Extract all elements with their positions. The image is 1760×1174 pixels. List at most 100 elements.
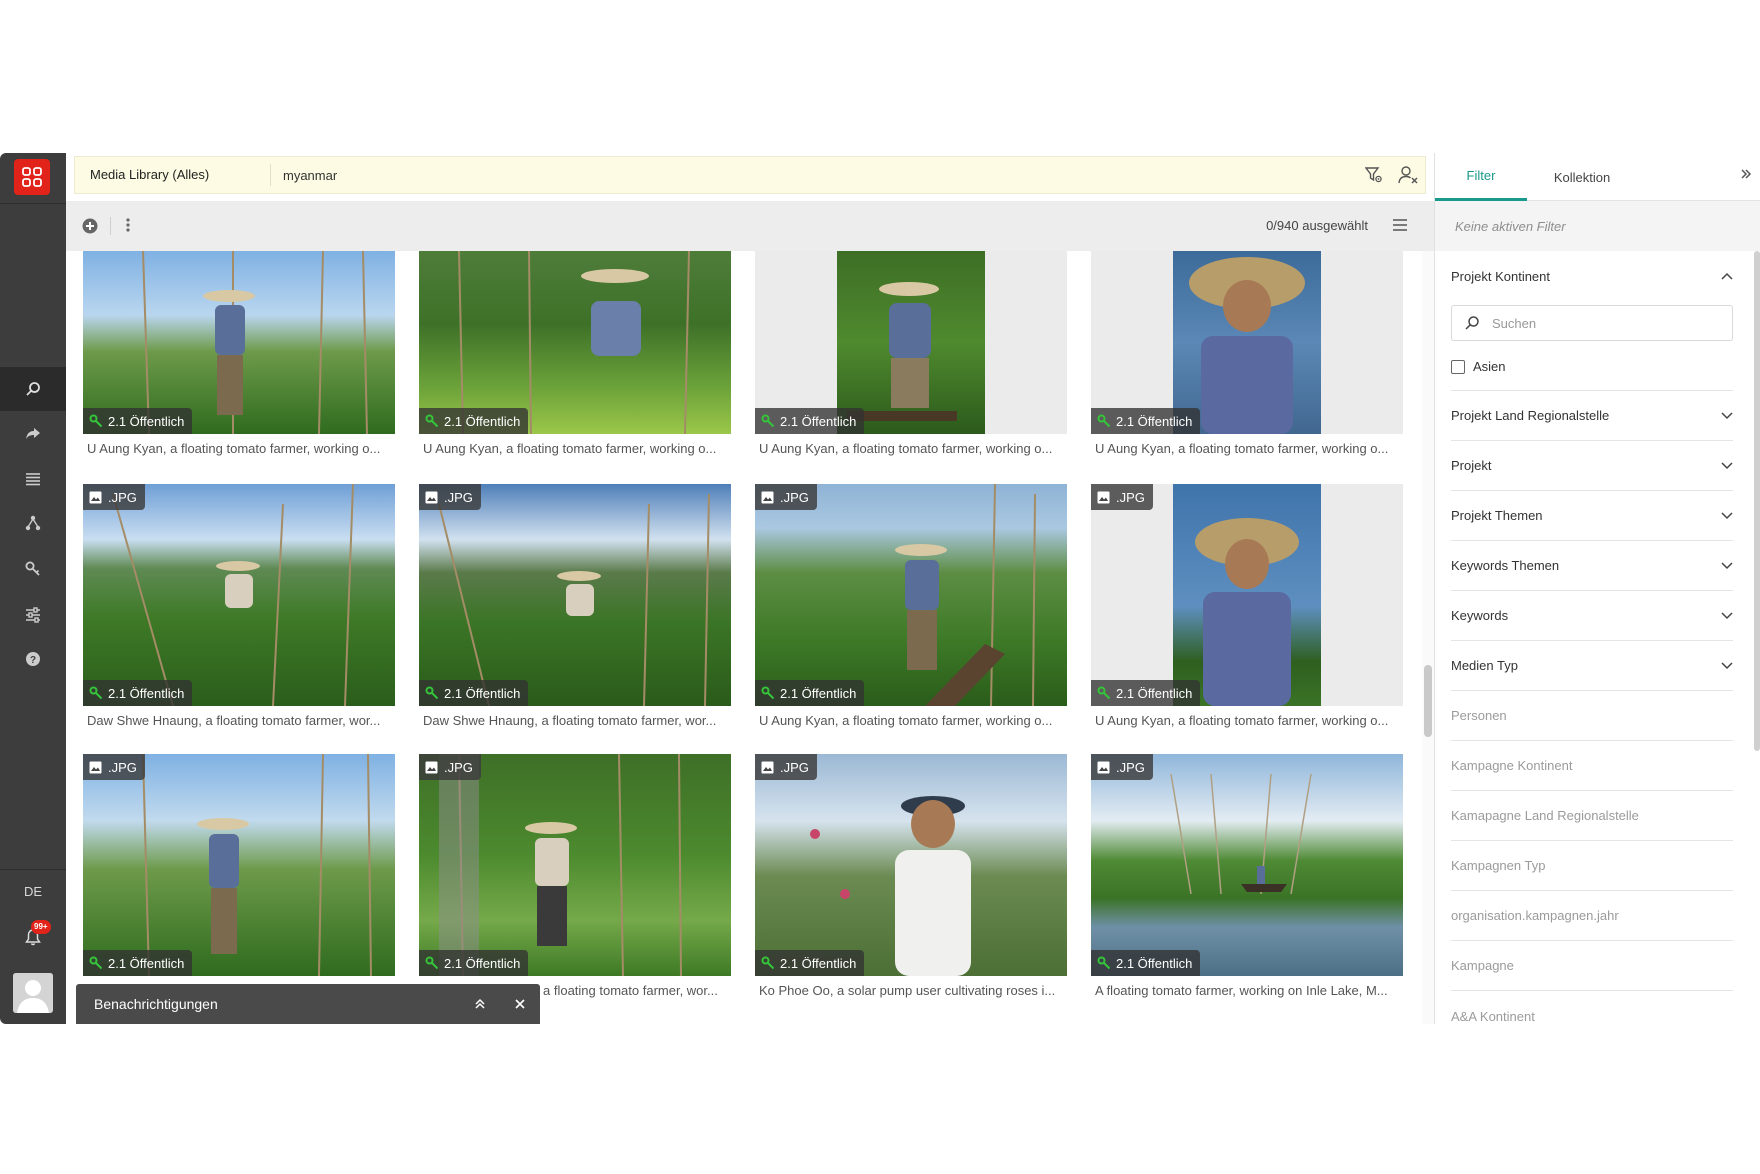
- facet-label: Keywords: [1451, 608, 1509, 623]
- facet-projekt-kontinent[interactable]: Projekt Kontinent: [1451, 251, 1733, 301]
- media-card[interactable]: .JPG 2.1 Öffentlich U Aung Kyan, a float…: [755, 484, 1067, 728]
- media-card[interactable]: 2.1 Öffentlich U Aung Kyan, a floating t…: [755, 251, 1067, 456]
- results-toolbar: 0/940 ausgewählt: [66, 201, 1434, 251]
- nav-help-item[interactable]: ?: [0, 637, 66, 681]
- facet-label: Projekt Themen: [1451, 508, 1543, 523]
- access-label: 2.1 Öffentlich: [108, 413, 185, 429]
- access-badge: 2.1 Öffentlich: [83, 950, 193, 976]
- media-thumbnail[interactable]: .JPG 2.1 Öffentlich: [83, 754, 395, 976]
- chevron-up-icon: [1721, 272, 1733, 280]
- expand-notifications-button[interactable]: [460, 984, 500, 1024]
- facet-label: organisation.kampagnen.jahr: [1451, 908, 1619, 923]
- user-avatar[interactable]: [13, 973, 53, 1013]
- facet-item-disabled: Kamapagne Land Regionalstelle: [1451, 791, 1733, 841]
- nav-settings-item[interactable]: [0, 593, 66, 637]
- grid-scrollbar[interactable]: [1422, 251, 1434, 1024]
- media-thumbnail[interactable]: .JPG 2.1 Öffentlich: [419, 754, 731, 976]
- access-badge: 2.1 Öffentlich: [83, 680, 193, 706]
- facet-item[interactable]: Keywords Themen: [1451, 541, 1733, 591]
- media-thumbnail[interactable]: .JPG 2.1 Öffentlich: [1091, 754, 1403, 976]
- facet-item[interactable]: Projekt: [1451, 441, 1733, 491]
- media-card[interactable]: .JPG 2.1 Öffentlich: [83, 754, 395, 983]
- file-type-badge: .JPG: [419, 754, 481, 780]
- search-scope-selector[interactable]: Media Library (Alles): [75, 164, 271, 186]
- access-label: 2.1 Öffentlich: [780, 955, 857, 971]
- access-label: 2.1 Öffentlich: [108, 685, 185, 701]
- media-card[interactable]: 2.1 Öffentlich U Aung Kyan, a floating t…: [83, 251, 395, 456]
- key-icon: [1097, 686, 1111, 700]
- nav-key-item[interactable]: [0, 547, 66, 591]
- facet-item[interactable]: Medien Typ: [1451, 641, 1733, 691]
- close-icon: [515, 999, 525, 1009]
- nav-hierarchy-item[interactable]: [0, 501, 66, 545]
- media-thumbnail[interactable]: 2.1 Öffentlich: [83, 251, 395, 434]
- notifications-title: Benachrichtigungen: [94, 996, 218, 1012]
- image-icon: [425, 761, 438, 773]
- access-label: 2.1 Öffentlich: [1116, 413, 1193, 429]
- user-filter-clear-button[interactable]: [1391, 156, 1425, 194]
- media-thumbnail[interactable]: 2.1 Öffentlich: [419, 251, 731, 434]
- tab-kollektion[interactable]: Kollektion: [1527, 153, 1637, 201]
- access-label: 2.1 Öffentlich: [444, 685, 521, 701]
- media-caption: U Aung Kyan, a floating tomato farmer, w…: [1095, 713, 1389, 728]
- access-badge: 2.1 Öffentlich: [83, 408, 193, 434]
- help-icon: ?: [26, 652, 40, 666]
- collapse-panel-button[interactable]: [1739, 167, 1753, 186]
- notifications-button[interactable]: 99+: [0, 915, 66, 959]
- media-card[interactable]: .JPG 2.1 Öffentlich U Aung Kyan, a float…: [1091, 484, 1403, 728]
- media-caption: U Aung Kyan, a floating tomato farmer, w…: [1095, 441, 1389, 456]
- media-thumbnail[interactable]: 2.1 Öffentlich: [755, 251, 1067, 434]
- add-button[interactable]: [82, 218, 98, 239]
- facet-search-field[interactable]: [1451, 305, 1733, 341]
- facet-option-asien[interactable]: Asien: [1451, 359, 1506, 374]
- image-icon: [89, 491, 102, 503]
- facet-item[interactable]: Keywords: [1451, 591, 1733, 641]
- nav-share-item[interactable]: [0, 411, 66, 455]
- key-icon: [761, 686, 775, 700]
- facet-search-input[interactable]: [1492, 315, 1712, 331]
- media-thumbnail[interactable]: .JPG 2.1 Öffentlich: [755, 484, 1067, 706]
- media-card[interactable]: .JPG 2.1 Öffentlich Daw Shwe Hnaung, a f…: [419, 484, 731, 728]
- media-thumbnail[interactable]: .JPG 2.1 Öffentlich: [1091, 484, 1403, 706]
- access-label: 2.1 Öffentlich: [1116, 685, 1193, 701]
- media-card[interactable]: .JPG 2.1 Öffentlich A floating tomato fa…: [1091, 754, 1403, 998]
- access-label: 2.1 Öffentlich: [444, 413, 521, 429]
- facet-label: Kamapagne Land Regionalstelle: [1451, 808, 1639, 823]
- media-thumbnail[interactable]: .JPG 2.1 Öffentlich: [83, 484, 395, 706]
- key-icon: [89, 414, 103, 428]
- tab-filter[interactable]: Filter: [1435, 153, 1527, 201]
- filter-settings-button[interactable]: [1357, 156, 1391, 194]
- facet-item[interactable]: Projekt Land Regionalstelle: [1451, 391, 1733, 441]
- language-switcher[interactable]: DE: [0, 869, 66, 913]
- access-label: 2.1 Öffentlich: [780, 685, 857, 701]
- panel-scrollbar[interactable]: [1754, 251, 1760, 751]
- facet-label: Kampagne Kontinent: [1451, 758, 1573, 773]
- photo: [755, 754, 1067, 976]
- facet-item[interactable]: Projekt Themen: [1451, 491, 1733, 541]
- photo: [83, 251, 395, 434]
- view-options-button[interactable]: [1392, 218, 1408, 237]
- search-input[interactable]: myanmar: [271, 168, 1357, 183]
- grid-scroll-thumb[interactable]: [1424, 665, 1432, 737]
- search-bar: Media Library (Alles) myanmar: [74, 156, 1426, 194]
- media-thumbnail[interactable]: .JPG 2.1 Öffentlich: [419, 484, 731, 706]
- more-actions-button[interactable]: [126, 217, 130, 238]
- media-card[interactable]: 2.1 Öffentlich U Aung Kyan, a floating t…: [419, 251, 731, 456]
- media-card[interactable]: .JPG 2.1 Öffentlich Ko Phoe Oo, a solar …: [755, 754, 1067, 998]
- key-icon: [761, 414, 775, 428]
- close-notifications-button[interactable]: [500, 984, 540, 1024]
- media-card[interactable]: .JPG 2.1 Öffentlich a floating tomato fa…: [419, 754, 731, 998]
- facet-label: Projekt: [1451, 458, 1492, 473]
- app-logo[interactable]: [14, 159, 50, 195]
- media-card[interactable]: .JPG 2.1 Öffentlich Daw Shwe Hnaung, a f…: [83, 484, 395, 728]
- nav-list-item[interactable]: [0, 457, 66, 501]
- image-icon: [761, 761, 774, 773]
- access-label: 2.1 Öffentlich: [780, 413, 857, 429]
- checkbox[interactable]: [1451, 359, 1465, 374]
- media-thumbnail[interactable]: .JPG 2.1 Öffentlich: [755, 754, 1067, 976]
- access-badge: 2.1 Öffentlich: [419, 680, 529, 706]
- media-card[interactable]: 2.1 Öffentlich U Aung Kyan, a floating t…: [1091, 251, 1403, 456]
- facet-item-disabled: Kampagnen Typ: [1451, 841, 1733, 891]
- nav-search-item[interactable]: [0, 367, 66, 411]
- media-thumbnail[interactable]: 2.1 Öffentlich: [1091, 251, 1403, 434]
